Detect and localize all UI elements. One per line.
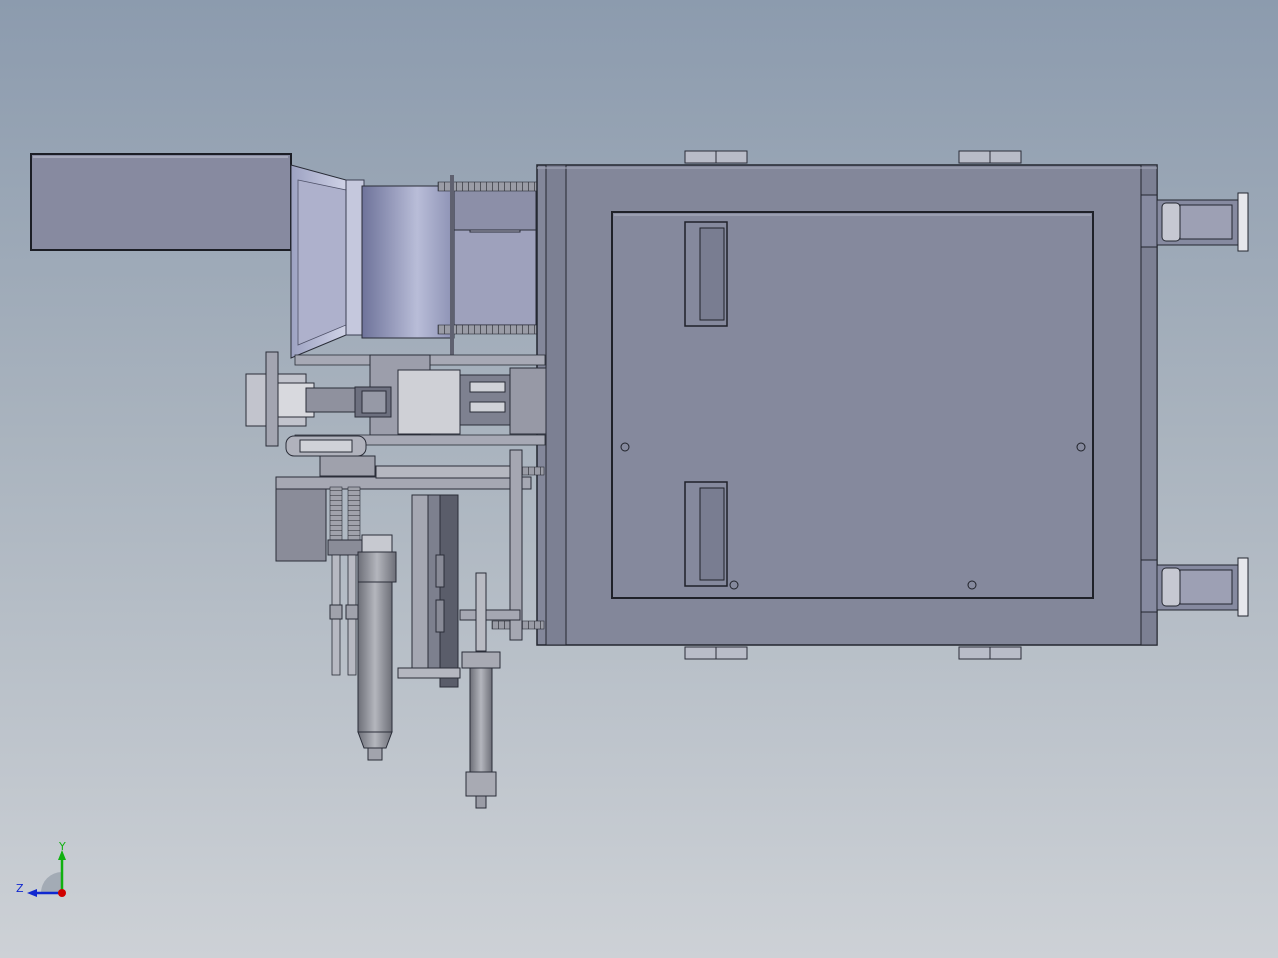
guide-rods	[329, 554, 359, 676]
hinge-bottom-right	[958, 646, 1022, 660]
hinge-bottom-left	[684, 646, 748, 660]
coordinate-triad	[27, 850, 66, 897]
slide-block[interactable]	[397, 367, 547, 435]
timing-pulley[interactable]	[285, 435, 376, 477]
cad-viewport[interactable]: Y Z	[0, 0, 1278, 958]
axis-z-label: Z	[16, 882, 24, 895]
pneumatic-cylinder-secondary[interactable]	[461, 572, 501, 809]
caster-wheel-bottom[interactable]	[1140, 557, 1249, 617]
hinge-top-right	[958, 150, 1022, 164]
stepper-small[interactable]	[354, 386, 392, 418]
machine-assembly-drawing: Y Z	[16, 150, 1249, 897]
bracket-lower	[275, 449, 532, 641]
caster-wheel-top[interactable]	[1140, 192, 1249, 252]
hinge-top-left	[684, 150, 748, 164]
vertical-rail[interactable]	[397, 494, 461, 688]
pneumatic-cylinder-main[interactable]	[357, 534, 397, 761]
cover-panel[interactable]	[611, 211, 1094, 599]
axis-y-label: Y	[58, 840, 66, 853]
gearbox-cone[interactable]	[290, 164, 365, 359]
drive-motor-housing[interactable]	[30, 153, 292, 251]
compression-springs	[327, 486, 365, 556]
reduction-drum[interactable]	[361, 185, 537, 339]
clamp-block-left[interactable]	[245, 351, 357, 447]
